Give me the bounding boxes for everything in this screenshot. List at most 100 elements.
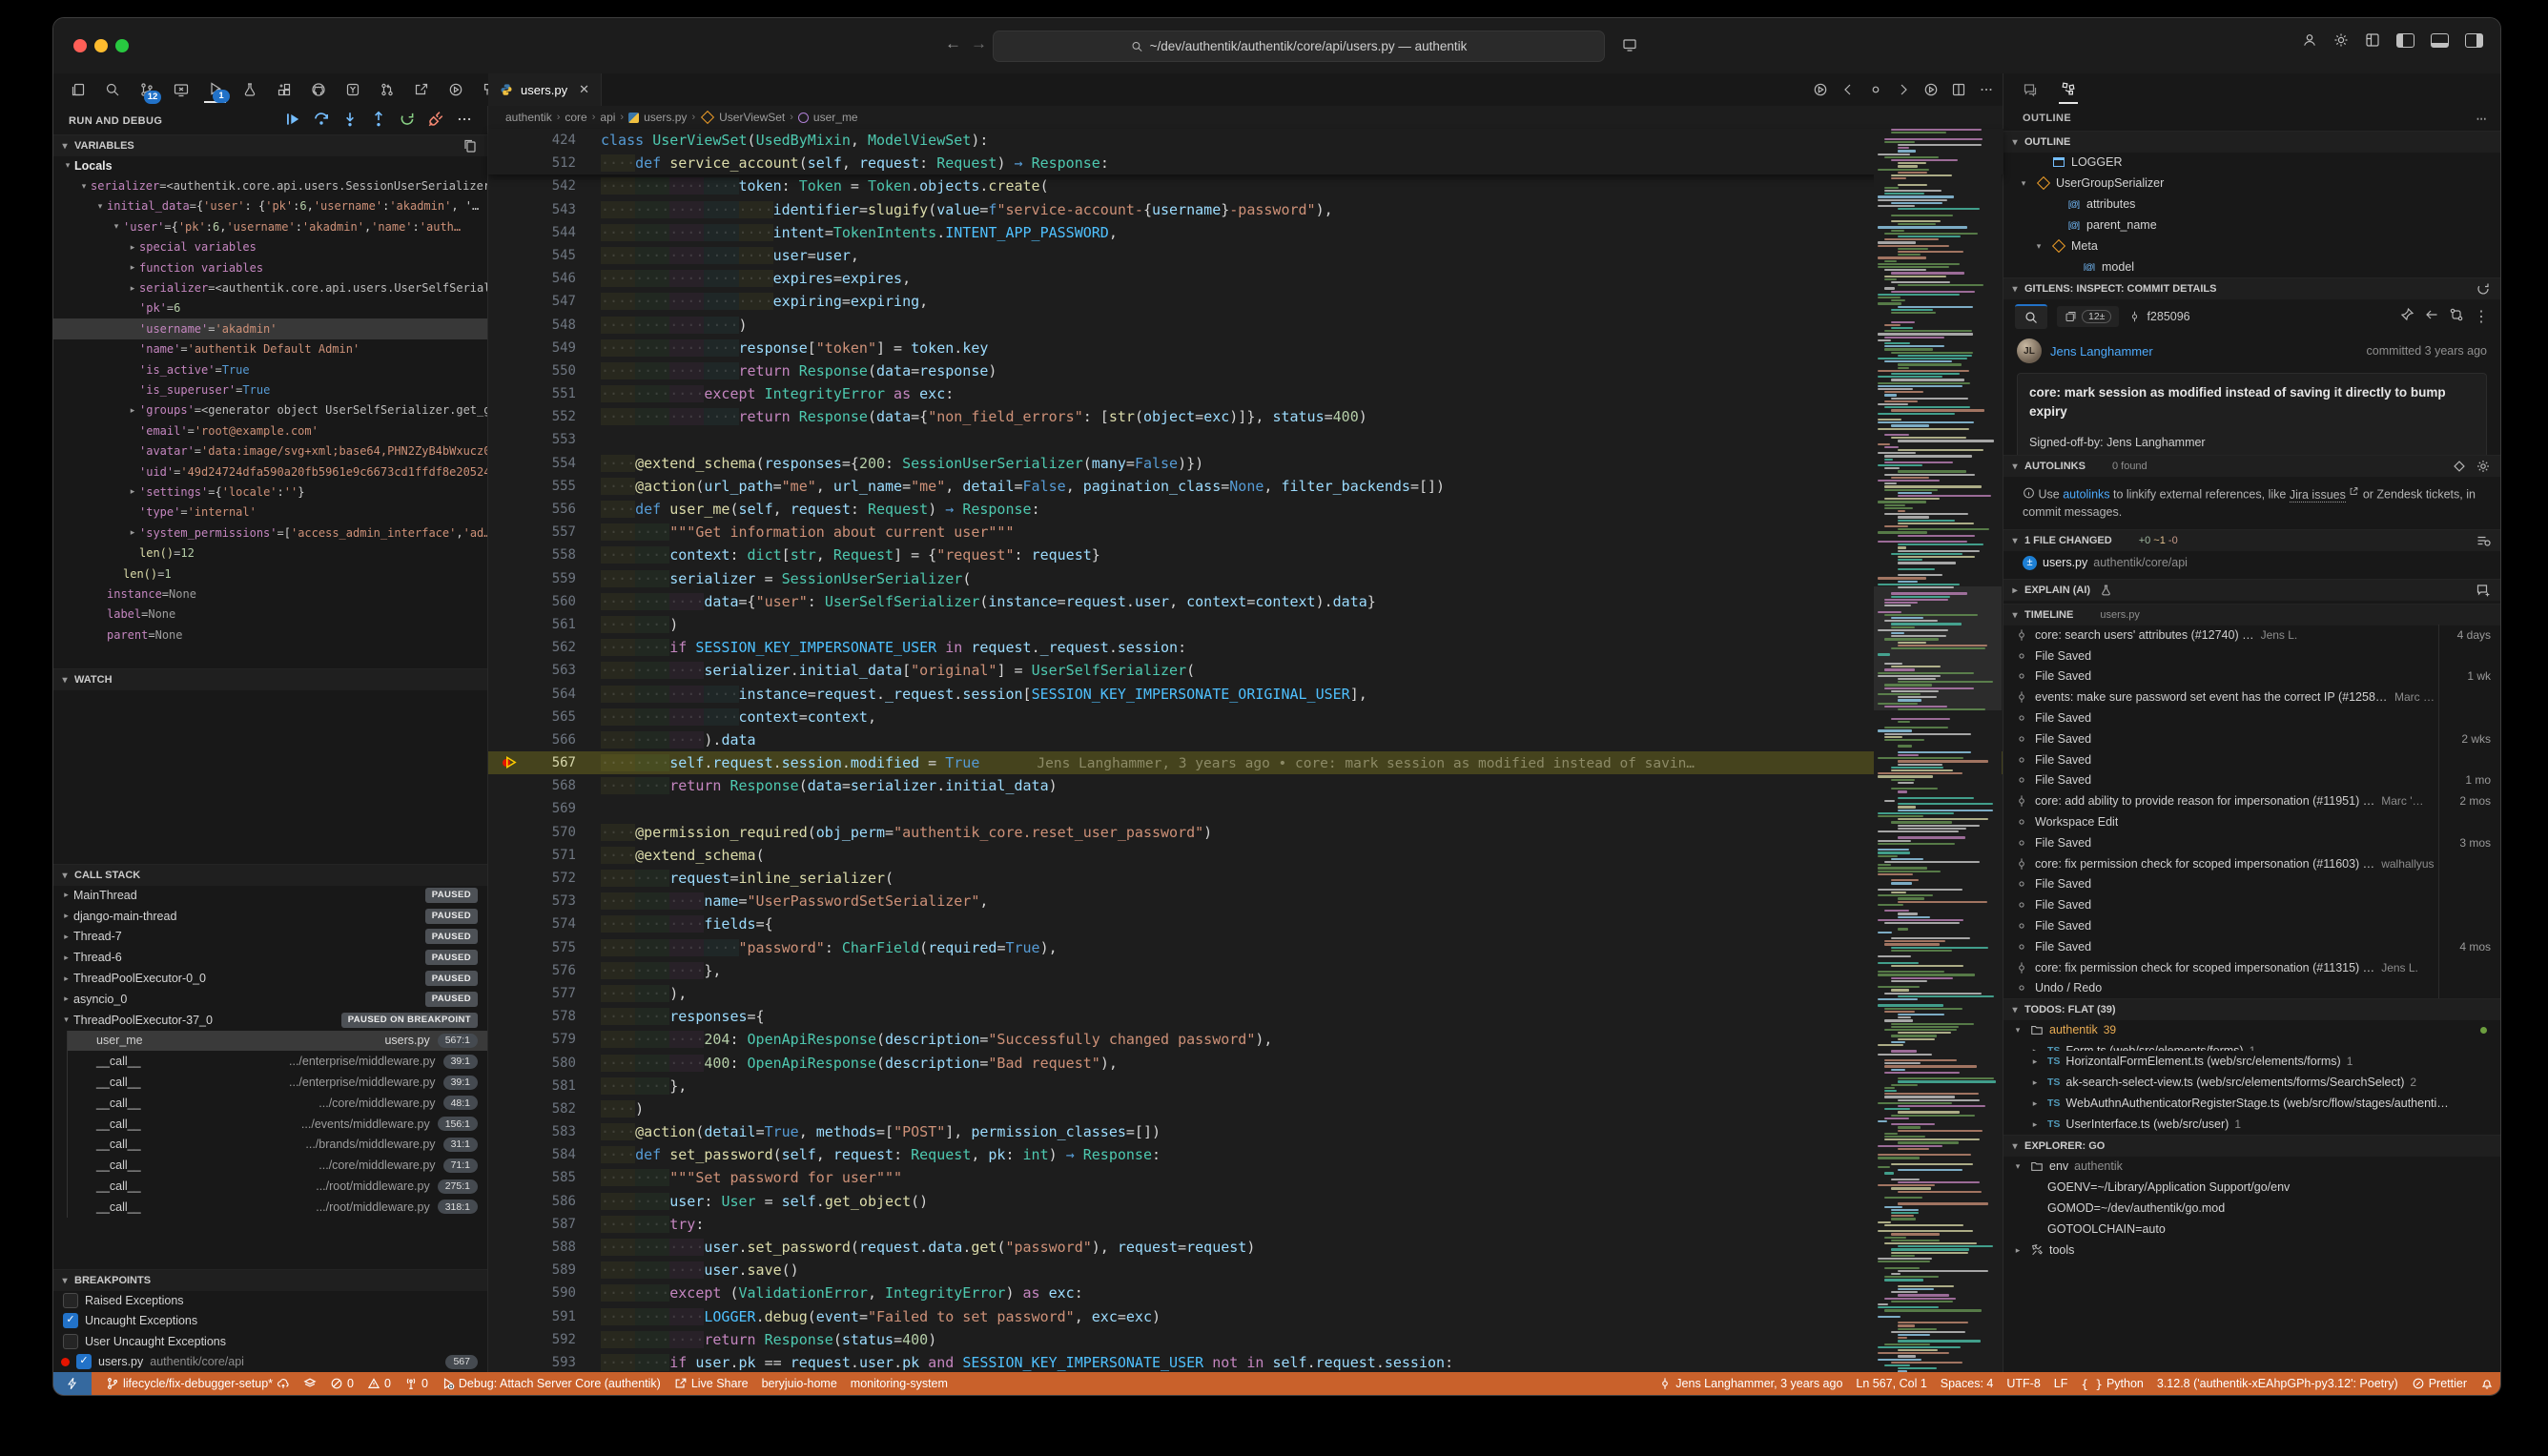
breadcrumb-item[interactable]: core: [565, 111, 586, 124]
commit-author-row[interactable]: JL Jens Langhammer committed 3 years ago: [2003, 333, 2500, 369]
timeline-item[interactable]: File Saved: [2003, 915, 2500, 936]
call-stack-frame[interactable]: __call__.../core/middleware.py48:1: [68, 1093, 487, 1114]
timeline-item[interactable]: File Saved4 mos: [2003, 936, 2500, 957]
refresh-icon[interactable]: [2476, 281, 2491, 297]
timeline-item[interactable]: events: make sure password set event has…: [2003, 687, 2500, 707]
status-item[interactable]: Live Share: [668, 1377, 755, 1390]
zoom-window-button[interactable]: [115, 39, 129, 52]
status-item[interactable]: UTF-8: [2000, 1377, 2046, 1390]
autolinks-link[interactable]: autolinks: [2063, 488, 2109, 502]
pin-icon[interactable]: [2399, 307, 2414, 322]
remote-indicator[interactable]: [53, 1372, 92, 1395]
outline-item[interactable]: model: [2003, 256, 2500, 271]
variable-row[interactable]: ▸'groups' = <generator object UserSelfSe…: [53, 400, 487, 420]
variable-row[interactable]: 'username' = 'akadmin': [53, 318, 487, 338]
variable-row[interactable]: 'is_superuser' = True: [53, 379, 487, 400]
status-item[interactable]: lifecycle/fix-debugger-setup*: [99, 1377, 297, 1390]
go-env-var[interactable]: GOTOOLCHAIN=auto: [2003, 1219, 2500, 1240]
call-stack-frame[interactable]: __call__.../root/middleware.py318:1: [68, 1197, 487, 1218]
arrow-left-icon[interactable]: [2424, 307, 2439, 322]
variable-row[interactable]: 'pk' = 6: [53, 298, 487, 318]
panel-bottom-icon[interactable]: [2431, 33, 2449, 48]
gitlens-section-header[interactable]: ▾GITLENS: INSPECT: COMMIT DETAILS: [2003, 277, 2500, 299]
account-icon[interactable]: [2302, 32, 2317, 48]
variables-section-header[interactable]: ▾VARIABLES: [53, 134, 487, 156]
split-editor-icon[interactable]: [1951, 82, 1966, 97]
variable-row[interactable]: 'email' = 'root@example.com': [53, 420, 487, 441]
github-icon[interactable]: [307, 77, 329, 102]
go-env-var[interactable]: GOENV=~/Library/Application Support/go/e…: [2003, 1177, 2500, 1198]
outline-tab-icon[interactable]: [2059, 75, 2078, 104]
panel-left-icon[interactable]: [2396, 33, 2414, 48]
disconnect-icon[interactable]: [426, 110, 445, 129]
call-stack-frame[interactable]: user_meusers.py567:1: [68, 1031, 487, 1052]
variable-row[interactable]: ▸serializer = <authentik.core.api.users.…: [53, 277, 487, 297]
timeline-item[interactable]: core: add ability to provide reason for …: [2003, 790, 2500, 811]
variable-row[interactable]: 'is_active' = True: [53, 359, 487, 379]
timeline-item[interactable]: File Saved: [2003, 749, 2500, 770]
variable-row[interactable]: 'uid' = '49d24724dfa590a20fb5961e9c6673c…: [53, 461, 487, 482]
explorer-go-section-header[interactable]: ▾EXPLORER: GO: [2003, 1135, 2500, 1157]
timeline-item[interactable]: File Saved: [2003, 894, 2500, 915]
run-circle-icon[interactable]: [444, 77, 466, 102]
run-debug-icon[interactable]: 1: [204, 76, 226, 103]
step-forward-icon[interactable]: [1896, 82, 1911, 97]
autolink-add-icon[interactable]: [2452, 459, 2467, 474]
variable-row[interactable]: ▸'system_permissions' = ['access_admin_i…: [53, 523, 487, 543]
variable-row[interactable]: ▾'user' = {'pk': 6, 'username': 'akadmin…: [53, 216, 487, 236]
status-item[interactable]: Spaces: 4: [1934, 1377, 2001, 1390]
go-env-var[interactable]: GOMOD=~/dev/authentik/go.mod: [2003, 1198, 2500, 1219]
files-changed-pill[interactable]: 12±: [2057, 306, 2119, 327]
source-control-icon[interactable]: 12: [135, 77, 157, 102]
todos-repo-row[interactable]: ▾authentik39: [2003, 1019, 2500, 1040]
more-actions-icon[interactable]: ⋯: [2476, 113, 2487, 125]
breakpoint-row[interactable]: ✓Uncaught Exceptions: [53, 1311, 487, 1332]
variable-row[interactable]: len() = 1: [53, 564, 487, 584]
timeline-item[interactable]: File Saved: [2003, 874, 2500, 895]
go-tools-row[interactable]: ▸tools: [2003, 1240, 2500, 1261]
customize-layout-icon[interactable]: [2365, 32, 2380, 48]
status-item[interactable]: Debug: Attach Server Core (authentik): [435, 1377, 668, 1390]
status-item[interactable]: Jens Langhammer, 3 years ago: [1652, 1377, 1849, 1390]
timeline-item[interactable]: core: fix permission check for scoped im…: [2003, 957, 2500, 978]
live-share-icon[interactable]: [410, 77, 432, 102]
timeline-item[interactable]: File Saved3 mos: [2003, 832, 2500, 853]
run-alt-icon[interactable]: [1923, 82, 1939, 97]
files-icon[interactable]: [67, 77, 89, 102]
outline-item[interactable]: ▾Meta: [2003, 236, 2500, 256]
call-stack-frame[interactable]: __call__.../core/middleware.py71:1: [68, 1155, 487, 1176]
restart-icon[interactable]: [398, 110, 417, 129]
breadcrumb-item[interactable]: user_me: [813, 111, 858, 124]
changed-file-row[interactable]: ± users.py authentik/core/api: [2003, 552, 2500, 573]
call-stack-thread[interactable]: ▸Thread-6PAUSED: [53, 947, 487, 968]
timeline-item[interactable]: core: fix permission check for scoped im…: [2003, 853, 2500, 874]
history-forward-button[interactable]: →: [971, 34, 987, 53]
breakpoints-section-header[interactable]: ▾BREAKPOINTS: [53, 1269, 487, 1291]
timeline-section-header[interactable]: ▾TIMELINE users.py: [2003, 604, 2500, 625]
status-item[interactable]: 0: [398, 1377, 435, 1390]
breadcrumb-item[interactable]: api: [600, 111, 615, 124]
more-icon[interactable]: [455, 110, 474, 129]
outline-item[interactable]: parent_name: [2003, 215, 2500, 236]
call-stack-thread[interactable]: ▾ThreadPoolExecutor-37_0PAUSED ON BREAKP…: [53, 1010, 487, 1031]
status-item[interactable]: [297, 1377, 323, 1390]
todo-file-row[interactable]: ▸TSWebAuthnAuthenticatorRegisterStage.ts…: [2003, 1093, 2500, 1114]
run-python-file-icon[interactable]: [1813, 82, 1828, 97]
compare-icon[interactable]: [2449, 307, 2464, 322]
step-into-icon[interactable]: [340, 110, 360, 129]
call-stack-frame[interactable]: __call__.../enterprise/middleware.py39:1: [68, 1072, 487, 1093]
panel-right-icon[interactable]: [2465, 33, 2483, 48]
history-back-button[interactable]: ←: [945, 34, 961, 53]
step-over-icon[interactable]: [312, 110, 331, 129]
todo-file-row[interactable]: ▸TSUserInterface.ts (web/src/user)1: [2003, 1114, 2500, 1135]
breakpoint-checkbox[interactable]: ✓: [63, 1313, 78, 1328]
timeline-item[interactable]: File Saved1 mo: [2003, 770, 2500, 791]
call-stack-thread[interactable]: ▸asyncio_0PAUSED: [53, 989, 487, 1010]
search-icon[interactable]: [101, 77, 123, 102]
kebab-menu-icon[interactable]: ⋮: [2474, 307, 2489, 326]
status-item[interactable]: LF: [2047, 1377, 2075, 1390]
variable-row[interactable]: ▸'settings' = {'locale': ''}: [53, 482, 487, 502]
variable-row[interactable]: 'type' = 'internal': [53, 502, 487, 523]
remote-window-icon[interactable]: [170, 77, 192, 102]
timeline-item[interactable]: File Saved1 wk: [2003, 666, 2500, 687]
